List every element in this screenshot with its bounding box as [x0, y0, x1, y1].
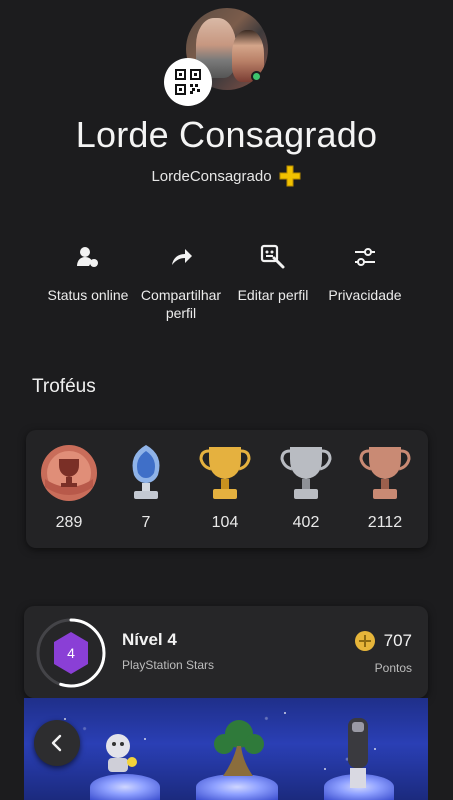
- trophy-bronze: 2112: [350, 442, 420, 532]
- share-profile-label: Compartilhar perfil: [140, 287, 222, 321]
- points-row: 707: [354, 630, 412, 652]
- trophy-bronze-count: 2112: [367, 514, 403, 531]
- trophy-gold-count: 104: [211, 514, 239, 531]
- privacy-button[interactable]: Privacidade: [315, 242, 415, 304]
- privacy-label: Privacidade: [328, 287, 402, 303]
- edit-profile-icon: [258, 242, 288, 272]
- online-id: LordeConsagrado: [151, 167, 272, 185]
- platinum-trophy-icon: [113, 442, 179, 504]
- playstation-plus-icon: [279, 165, 301, 187]
- robot-collectible-icon: [106, 734, 137, 772]
- star-dot: [324, 768, 326, 770]
- trophy-platinum: 7: [111, 442, 181, 532]
- level-title: Nível 4: [122, 630, 177, 649]
- points-value: 707: [383, 631, 412, 650]
- level-number: 4: [67, 645, 75, 661]
- online-status-button[interactable]: Status online: [38, 242, 138, 304]
- qr-code-button[interactable]: [164, 58, 212, 106]
- trophy-platinum-count: 7: [141, 514, 151, 531]
- trophy-silver-count: 402: [292, 514, 320, 531]
- share-profile-button[interactable]: Compartilhar perfil: [131, 242, 231, 322]
- back-button[interactable]: [34, 720, 80, 766]
- points-label: Pontos: [374, 661, 412, 675]
- gold-trophy-icon: [192, 442, 258, 504]
- coin-icon: [354, 631, 375, 651]
- sliders-icon: [350, 242, 380, 272]
- trophies-section-title: Troféus: [32, 376, 96, 397]
- trophy-summary-card[interactable]: 289 7 104 402 2112: [26, 430, 428, 548]
- edit-profile-button[interactable]: Editar perfil: [223, 242, 323, 304]
- edit-profile-label: Editar perfil: [237, 287, 309, 303]
- level-progress-ring: 4: [36, 618, 106, 688]
- playstation-stars-card[interactable]: 4 Nível 4 PlayStation Stars 707 Pontos: [24, 606, 428, 698]
- online-id-row: LordeConsagrado: [0, 164, 453, 188]
- online-status-indicator: [251, 71, 262, 82]
- online-status-label: Status online: [47, 287, 129, 303]
- trophy-level: 289: [34, 442, 104, 532]
- bronze-trophy-icon: [352, 442, 418, 504]
- bonsai-collectible-icon: [214, 720, 264, 776]
- telescope-collectible-icon: [348, 718, 368, 788]
- collectibles-banner[interactable]: [24, 698, 428, 800]
- star-dot: [284, 712, 286, 714]
- trophy-level-count: 289: [55, 514, 83, 531]
- trophy-silver: 402: [271, 442, 341, 532]
- silver-trophy-icon: [273, 442, 339, 504]
- chevron-left-icon: [51, 734, 62, 752]
- display-name: Lorde Consagrado: [75, 114, 378, 155]
- trophy-level-icon: [36, 442, 102, 504]
- stars-subtitle: PlayStation Stars: [122, 658, 215, 672]
- qr-code-icon: [175, 69, 201, 95]
- trophy-gold: 104: [190, 442, 260, 532]
- share-arrow-icon: [166, 242, 196, 272]
- user-status-icon: [73, 242, 103, 272]
- star-dot: [144, 738, 146, 740]
- star-dot: [64, 718, 66, 720]
- profile-page: Lorde Consagrado LordeConsagrado Status …: [0, 0, 453, 800]
